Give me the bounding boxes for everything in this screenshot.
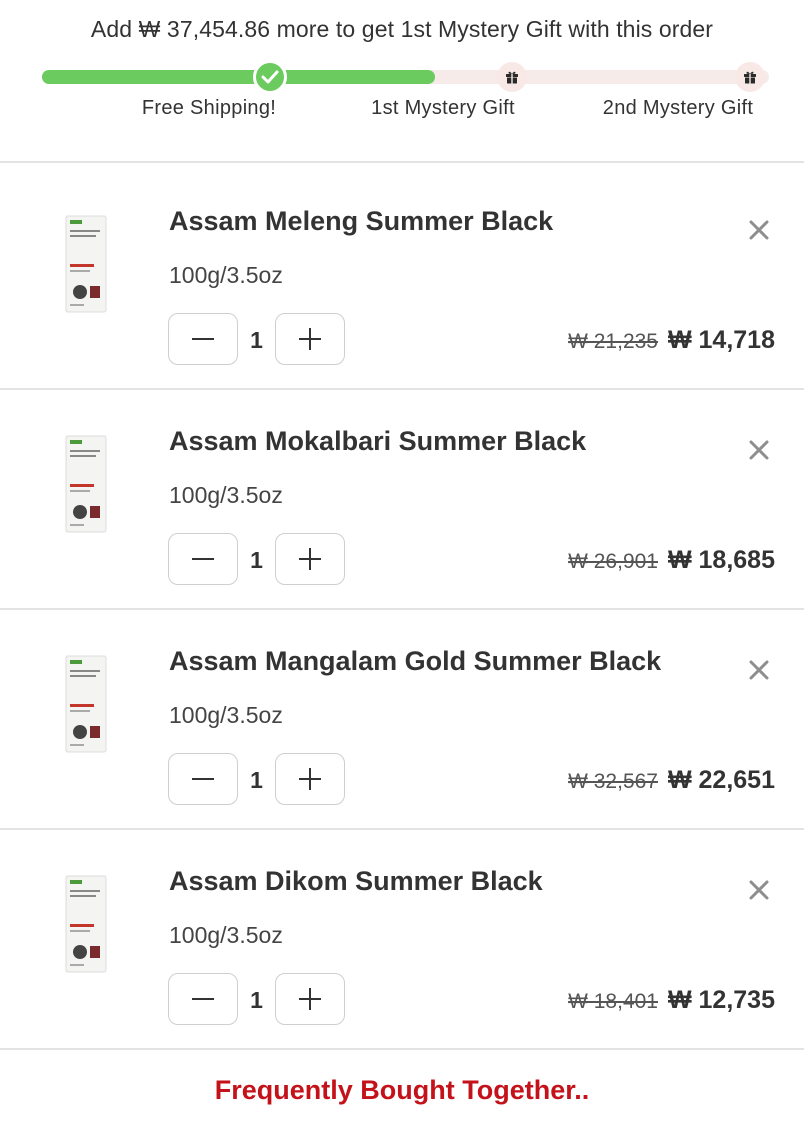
plus-icon <box>299 328 321 350</box>
remove-item-button[interactable] <box>747 218 771 242</box>
milestone-label-2nd-gift: 2nd Mystery Gift <box>602 97 754 119</box>
product-variant: 100g/3.5oz <box>169 262 283 288</box>
close-icon <box>749 880 769 900</box>
close-icon <box>749 660 769 680</box>
quantity-value: 1 <box>250 327 263 353</box>
product-name[interactable]: Assam Mangalam Gold Summer Black <box>169 646 661 677</box>
original-price: ₩ 18,401 <box>568 990 658 1013</box>
product-thumbnail[interactable] <box>64 654 108 754</box>
original-price: ₩ 26,901 <box>568 550 658 573</box>
sale-price: ₩ 22,651 <box>667 766 775 794</box>
gift-icon <box>744 71 756 84</box>
remove-item-button[interactable] <box>747 438 771 462</box>
cart-item: Assam Mokalbari Summer Black 100g/3.5oz … <box>0 390 804 608</box>
plus-icon <box>299 988 321 1010</box>
plus-icon <box>299 548 321 570</box>
close-icon <box>749 220 769 240</box>
product-name[interactable]: Assam Meleng Summer Black <box>169 206 553 237</box>
minus-icon <box>192 558 214 560</box>
sale-price: ₩ 12,735 <box>667 986 775 1014</box>
cart-item: Assam Mangalam Gold Summer Black 100g/3.… <box>0 610 804 828</box>
cart-item: Assam Meleng Summer Black 100g/3.5oz 1 ₩… <box>0 170 804 388</box>
sale-price: ₩ 18,685 <box>667 546 775 574</box>
check-icon <box>261 70 279 84</box>
gift-icon <box>506 71 518 84</box>
price-row: ₩ 18,401 ₩ 12,735 <box>568 986 775 1015</box>
progress-message: Add ₩ 37,454.86 more to get 1st Mystery … <box>90 16 714 42</box>
original-price: ₩ 32,567 <box>568 770 658 793</box>
milestone-label-free-shipping: Free Shipping! <box>141 97 277 119</box>
original-price: ₩ 21,235 <box>568 330 658 353</box>
minus-icon <box>192 778 214 780</box>
quantity-decrease-button[interactable] <box>168 313 238 365</box>
divider <box>0 1048 804 1050</box>
quantity-increase-button[interactable] <box>275 313 345 365</box>
plus-icon <box>299 768 321 790</box>
product-variant: 100g/3.5oz <box>169 702 283 728</box>
quantity-increase-button[interactable] <box>275 753 345 805</box>
product-name[interactable]: Assam Mokalbari Summer Black <box>169 426 586 457</box>
sale-price: ₩ 14,718 <box>667 326 775 354</box>
product-name[interactable]: Assam Dikom Summer Black <box>169 866 543 897</box>
milestone-label-1st-gift: 1st Mystery Gift <box>371 97 515 119</box>
remove-item-button[interactable] <box>747 658 771 682</box>
product-thumbnail[interactable] <box>64 214 108 314</box>
price-row: ₩ 32,567 ₩ 22,651 <box>568 766 775 795</box>
milestone-2nd-gift <box>735 62 765 92</box>
quantity-increase-button[interactable] <box>275 533 345 585</box>
minus-icon <box>192 998 214 1000</box>
progress-fill <box>42 70 435 84</box>
cart-item: Assam Dikom Summer Black 100g/3.5oz 1 ₩ … <box>0 830 804 1048</box>
frequently-bought-together-heading: Frequently Bought Together.. <box>214 1075 590 1105</box>
quantity-value: 1 <box>250 987 263 1013</box>
milestone-1st-gift <box>497 62 527 92</box>
quantity-decrease-button[interactable] <box>168 753 238 805</box>
quantity-increase-button[interactable] <box>275 973 345 1025</box>
product-thumbnail[interactable] <box>64 434 108 534</box>
price-row: ₩ 21,235 ₩ 14,718 <box>568 326 775 355</box>
product-thumbnail[interactable] <box>64 874 108 974</box>
divider <box>0 161 804 163</box>
quantity-decrease-button[interactable] <box>168 533 238 585</box>
product-variant: 100g/3.5oz <box>169 922 283 948</box>
close-icon <box>749 440 769 460</box>
product-variant: 100g/3.5oz <box>169 482 283 508</box>
remove-item-button[interactable] <box>747 878 771 902</box>
milestone-free-shipping <box>253 60 287 94</box>
quantity-value: 1 <box>250 767 263 793</box>
minus-icon <box>192 338 214 340</box>
quantity-decrease-button[interactable] <box>168 973 238 1025</box>
gift-progress-section: Add ₩ 37,454.86 more to get 1st Mystery … <box>0 0 804 162</box>
progress-track <box>42 70 769 84</box>
price-row: ₩ 26,901 ₩ 18,685 <box>568 546 775 575</box>
quantity-value: 1 <box>250 547 263 573</box>
